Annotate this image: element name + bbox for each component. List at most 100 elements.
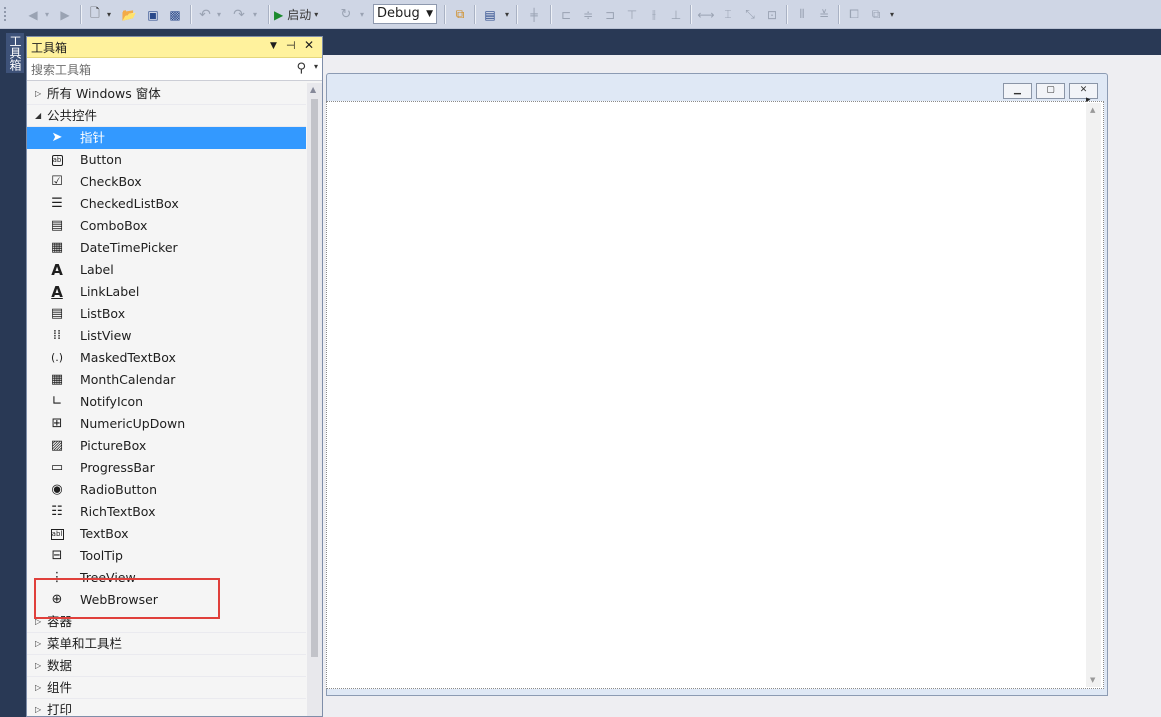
horizontal-spacing-icon[interactable]: ⫴ <box>792 5 812 24</box>
start-debug-button[interactable]: ▶ 启动 ▾ <box>274 5 334 24</box>
category-components[interactable]: ▷ 组件 <box>27 677 306 699</box>
align-lefts-icon[interactable]: ⊏ <box>556 5 576 24</box>
toolbar-separator <box>268 5 270 24</box>
search-placeholder: 搜索工具箱 <box>31 62 92 77</box>
category-label: 组件 <box>47 680 73 695</box>
tool-item-notifyicon[interactable]: ∟ NotifyIcon <box>27 391 306 413</box>
tool-item-richtextbox[interactable]: ☷ RichTextBox <box>27 501 306 523</box>
progressbar-icon: ▭ <box>50 460 64 475</box>
tool-item-textbox[interactable]: abl TextBox <box>27 523 306 545</box>
refresh-dropdown-icon[interactable]: ▾ <box>357 5 367 24</box>
align-middles-icon[interactable]: ⫲ <box>644 5 664 24</box>
open-file-icon[interactable]: 📂 <box>120 5 138 24</box>
search-dropdown-icon[interactable]: ▾ <box>314 62 318 71</box>
category-data[interactable]: ▷ 数据 <box>27 655 306 677</box>
category-all-windows-forms[interactable]: ▷ 所有 Windows 窗体 <box>27 83 306 105</box>
close-toolbox-icon[interactable]: ✕ <box>304 38 314 52</box>
find-in-files-icon[interactable]: ⧉ <box>450 5 470 24</box>
make-same-size-icon[interactable]: ⤡ <box>740 5 760 24</box>
undo-icon[interactable]: ↶ <box>196 5 214 24</box>
save-all-icon[interactable]: ▩ <box>166 5 184 24</box>
richtextbox-icon: ☷ <box>51 504 63 519</box>
align-rights-icon[interactable]: ⊐ <box>600 5 620 24</box>
close-icon[interactable]: ✕ <box>1069 83 1098 99</box>
tool-item-combobox[interactable]: ▤ ComboBox <box>27 215 306 237</box>
align-to-grid-icon[interactable]: ╪ <box>524 5 544 24</box>
category-label: 所有 Windows 窗体 <box>47 86 161 101</box>
layout-toolbar-overflow-icon[interactable]: ▾ <box>888 5 896 24</box>
size-to-grid-icon[interactable]: ⊡ <box>762 5 782 24</box>
tool-item-datetimepicker[interactable]: ▦ DateTimePicker <box>27 237 306 259</box>
align-tops-icon[interactable]: ⊤ <box>622 5 642 24</box>
undo-dropdown-icon[interactable]: ▾ <box>214 5 224 24</box>
window-position-dropdown-icon[interactable]: ▼ <box>270 41 277 51</box>
redo-icon[interactable]: ↷ <box>230 5 248 24</box>
tool-item-pointer[interactable]: ➤ 指针 <box>27 127 306 149</box>
toolbar-separator <box>690 5 692 24</box>
scrollbar-thumb[interactable] <box>311 99 318 657</box>
back-dropdown-icon[interactable]: ▾ <box>42 5 52 24</box>
checkedlistbox-icon: ☰ <box>51 196 63 211</box>
refresh-icon[interactable]: ↻ <box>338 5 354 24</box>
align-bottoms-icon[interactable]: ⊥ <box>666 5 686 24</box>
toolbar-separator <box>474 5 476 24</box>
make-same-width-icon[interactable]: ⟷ <box>696 5 716 24</box>
tool-item-tooltip[interactable]: ⊟ ToolTip <box>27 545 306 567</box>
tool-item-maskedtextbox[interactable]: (.) MaskedTextBox <box>27 347 306 369</box>
redo-dropdown-icon[interactable]: ▾ <box>250 5 260 24</box>
send-to-back-icon[interactable]: ⧉ <box>866 5 886 24</box>
listview-icon: ⁞⁞ <box>52 328 62 343</box>
toolbox-vertical-scrollbar[interactable]: ▲ <box>307 83 322 716</box>
label-icon: A <box>51 261 63 279</box>
new-project-dropdown-icon[interactable]: ▾ <box>104 5 114 24</box>
toolbox-side-tab[interactable]: 工具箱 <box>6 33 24 73</box>
tool-item-listview[interactable]: ⁞⁞ ListView <box>27 325 306 347</box>
save-icon[interactable]: ▣ <box>144 5 162 24</box>
tool-label: DateTimePicker <box>80 240 178 255</box>
tool-item-progressbar[interactable]: ▭ ProgressBar <box>27 457 306 479</box>
toolbox-search-input[interactable]: 搜索工具箱 ⚲ ▾ <box>27 58 322 81</box>
tool-item-button[interactable]: ab Button <box>27 149 306 171</box>
toolbar-separator <box>444 5 446 24</box>
bring-to-front-icon[interactable]: ⧠ <box>844 5 864 24</box>
scroll-up-icon[interactable]: ▲ <box>1090 106 1095 114</box>
toolbar-overflow-icon[interactable]: ▾ <box>503 5 511 24</box>
toolbox-title-bar[interactable]: 工具箱 ▼ ⊣ ✕ <box>27 37 322 58</box>
back-icon[interactable]: ◀ <box>24 5 42 24</box>
left-dock-strip: 工具箱 <box>0 29 24 717</box>
make-same-height-icon[interactable]: ⌶ <box>718 5 738 24</box>
vertical-spacing-icon[interactable]: ≚ <box>814 5 834 24</box>
form-vertical-scrollbar[interactable]: ▲ ▼ <box>1086 103 1101 687</box>
tool-item-radiobutton[interactable]: ◉ RadioButton <box>27 479 306 501</box>
tool-item-picturebox[interactable]: ▨ PictureBox <box>27 435 306 457</box>
tool-item-label[interactable]: A Label <box>27 259 306 281</box>
solution-configuration-select[interactable]: Debug ▼ <box>373 4 437 24</box>
category-printing[interactable]: ▷ 打印 <box>27 699 306 716</box>
new-project-icon[interactable]: 🗋 <box>86 5 104 24</box>
minimize-icon[interactable]: ▁ <box>1003 83 1032 99</box>
scroll-up-icon[interactable]: ▲ <box>310 85 316 94</box>
forward-icon[interactable]: ▶ <box>56 5 74 24</box>
tool-item-checkedlistbox[interactable]: ☰ CheckedListBox <box>27 193 306 215</box>
tool-item-monthcalendar[interactable]: ▦ MonthCalendar <box>27 369 306 391</box>
category-label: 菜单和工具栏 <box>47 636 123 651</box>
search-icon[interactable]: ⚲ <box>296 61 306 76</box>
tool-item-checkbox[interactable]: ☑ CheckBox <box>27 171 306 193</box>
tool-item-listbox[interactable]: ▤ ListBox <box>27 303 306 325</box>
category-menus-toolbars[interactable]: ▷ 菜单和工具栏 <box>27 633 306 655</box>
tool-label: ComboBox <box>80 218 148 233</box>
maximize-icon[interactable]: ▢ <box>1036 83 1065 99</box>
category-common-controls[interactable]: ◢ 公共控件 <box>27 105 306 127</box>
toolbox-title: 工具箱 <box>31 40 68 55</box>
toolbox-window-icon[interactable]: ▤ <box>480 5 500 24</box>
tool-item-linklabel[interactable]: A LinkLabel <box>27 281 306 303</box>
expand-arrow-icon: ▷ <box>35 89 42 98</box>
tool-item-numericupdown[interactable]: ⊞ NumericUpDown <box>27 413 306 435</box>
tool-label: ToolTip <box>80 548 123 563</box>
webbrowser-client-area[interactable] <box>326 101 1104 689</box>
pointer-icon: ➤ <box>51 130 63 145</box>
pin-icon[interactable]: ⊣ <box>286 39 296 52</box>
scroll-down-icon[interactable]: ▼ <box>1090 676 1095 684</box>
align-centers-icon[interactable]: ≑ <box>578 5 598 24</box>
toolbar-grip[interactable] <box>3 6 7 23</box>
